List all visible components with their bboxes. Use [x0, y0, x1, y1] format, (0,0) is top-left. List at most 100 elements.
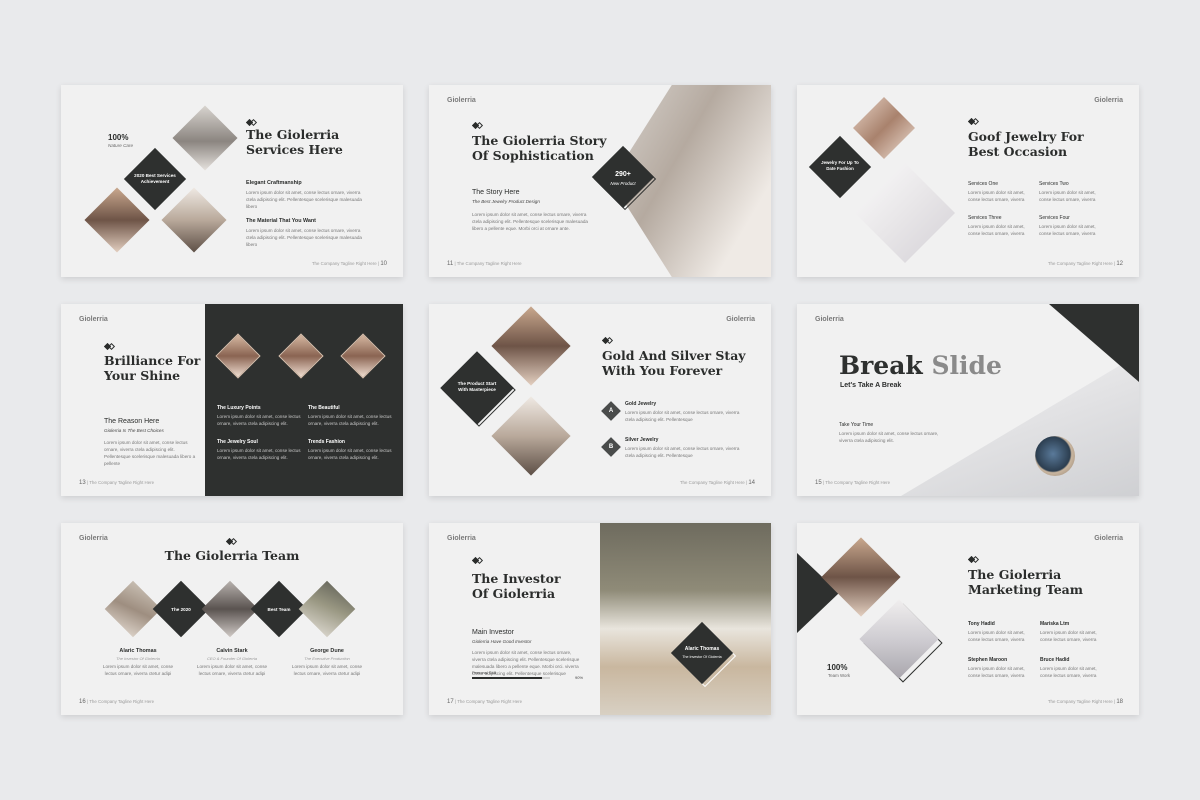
marketing-photo-bottom — [859, 599, 939, 679]
investor-badge-name: Alaric Thomas — [684, 646, 720, 652]
point-text: Lorem ipsum dolor sit amet, conse lectus… — [308, 414, 392, 426]
stat-value: 100% — [827, 663, 848, 672]
take-time-title: Take Your Time — [839, 422, 874, 428]
diamond-logo-icon — [471, 121, 484, 130]
member-name: Stephen Maroon — [968, 657, 1008, 663]
item-title: Elegant Craftmanship — [246, 180, 302, 186]
service-text: Lorem ipsum dolor sit amet, conse lectus… — [968, 190, 1025, 202]
member-name: Bruce Hadid — [1040, 657, 1070, 663]
slide-title: Goof Jewelry For Best Occasion — [968, 129, 1084, 159]
point-title: The Luxury Points — [217, 405, 261, 411]
service-text: Lorem ipsum dolor sit amet, conse lectus… — [1039, 224, 1096, 236]
slide-18[interactable]: Giolerria 100% Team Work The Giolerria M… — [797, 523, 1139, 715]
gold-photo-top — [491, 306, 571, 386]
slide-title: The Giolerria Services Here — [246, 127, 343, 157]
slide-title: The Giolerria Story Of Sophistication — [472, 133, 607, 163]
slide-10[interactable]: 2020 Best Services Achievement 100% Natu… — [61, 85, 403, 277]
slide-title: Brilliance For Your Shine — [104, 353, 201, 383]
take-time-text: Lorem ipsum dolor sit amet, conse lectus… — [839, 431, 939, 443]
slide-11[interactable]: Giolerria 290+ New Product The Giolerria… — [429, 85, 771, 277]
slide-title: Gold And Silver Stay With You Forever — [602, 348, 746, 378]
point-text: Lorem ipsum dolor sit amet, conse lectus… — [217, 414, 301, 426]
badge-value: 290+ — [615, 171, 631, 178]
service-text: Lorem ipsum dolor sit amet, conse lectus… — [968, 224, 1025, 236]
slide-13[interactable]: Giolerria Brilliance For Your Shine The … — [61, 304, 403, 496]
slide-footer: The Company Tagline Right Here | 12 — [1047, 261, 1123, 267]
break-title-light: Slide — [931, 351, 1002, 380]
point-title: Trends Fashion — [308, 439, 345, 445]
brand-name: Giolerria — [447, 535, 476, 542]
break-subtitle: Let's Take A Break — [840, 382, 902, 389]
member-text: Lorem ipsum dolor sit amet, conse lectus… — [968, 666, 1025, 678]
reason-text: Lorem ipsum dolor sit amet, conse lectus… — [104, 440, 196, 466]
break-ring-icon — [1035, 436, 1075, 476]
service-text: Lorem ipsum dolor sit amet, conse lectus… — [1039, 190, 1096, 202]
slide-footer: The Company Tagline Right Here | 14 — [679, 480, 755, 486]
brand-name: Giolerria — [79, 316, 108, 323]
member-text: Lorem ipsum dolor sit amet, conse lectus… — [1040, 630, 1097, 642]
point-text: Lorem ipsum dolor sit amet, conse lectus… — [217, 448, 301, 460]
slide-12[interactable]: Giolerria Jewelry For Up To Date Fashion… — [797, 85, 1139, 277]
services-photo-top — [172, 105, 238, 171]
letter-b-icon: B — [601, 437, 621, 457]
badge-label: New Product — [610, 181, 636, 186]
skill-value: 90% — [575, 675, 584, 680]
slide-footer: 15 | The Company Tagline Right Here — [815, 480, 891, 486]
investor-badge-role: The Investor Of Giolerria — [682, 655, 722, 659]
diamond-logo-icon — [601, 336, 614, 345]
team-label-1: The 2020 — [171, 607, 191, 612]
gold-badge-text: The Product Start With Masterpiece — [457, 381, 497, 392]
slide-footer: 17 | The Company Tagline Right Here — [447, 699, 523, 705]
team-label-2: Best Team — [267, 607, 291, 612]
dark-corner — [1049, 304, 1139, 382]
member-text: Lorem ipsum dolor sit amet, conse lectus… — [968, 630, 1025, 642]
slide-footer: The Company Tagline Right Here | 18 — [1047, 699, 1123, 705]
member-text: Lorem ipsum dolor sit amet, conse lectus… — [291, 664, 363, 676]
point-title: The Jewelry Soul — [217, 439, 258, 445]
brand-name: Giolerria — [726, 316, 755, 323]
service-title: Services Three — [968, 215, 1002, 221]
service-title: Services Two — [1039, 181, 1069, 187]
member-name: Calvin Stark — [216, 648, 248, 654]
services-photo-left — [84, 187, 150, 253]
investor-photo — [600, 523, 771, 715]
member-role: The Investor Of Giolerria — [116, 656, 160, 661]
gold-photo-bottom — [491, 396, 571, 476]
services-badge-text: 2020 Best Services Achievement — [134, 173, 176, 184]
brand-name: Giolerria — [79, 535, 108, 542]
dark-panel — [205, 304, 403, 496]
stat-label: Nature Care — [108, 143, 134, 148]
slide-footer: 11 | The Company Tagline Right Here — [447, 261, 522, 267]
point-text: Lorem ipsum dolor sit amet, conse lectus… — [308, 448, 392, 460]
member-name: Mariska Ltm — [1040, 621, 1070, 627]
slide-16[interactable]: Giolerria The Giolerria Team The 2020 Be… — [61, 523, 403, 715]
investor-subtitle: Main Investor — [472, 629, 515, 636]
brand-name: Giolerria — [447, 97, 476, 104]
service-title: Services Four — [1039, 215, 1070, 221]
marketing-photo-top — [821, 537, 901, 617]
slide-17[interactable]: Giolerria The Investor Of Giolerria Main… — [429, 523, 771, 715]
story-subtitle: The Story Here — [472, 189, 520, 196]
diamond-logo-icon — [967, 117, 980, 126]
skill-label: Personal Skill — [472, 670, 497, 675]
slide-14[interactable]: Giolerria The Product Start With Masterp… — [429, 304, 771, 496]
brand-name: Giolerria — [815, 316, 844, 323]
service-title: Services One — [968, 181, 999, 187]
slide-title: The Giolerria Team — [164, 548, 300, 563]
brand-name: Giolerria — [1094, 97, 1123, 104]
skill-bar — [472, 677, 550, 679]
item-text: Lorem ipsum dolor sit amet, conse lectus… — [625, 410, 740, 422]
reason-caption: Giolerria Is The Best Choices — [104, 428, 164, 433]
slide-title: The Investor Of Giolerria — [472, 571, 561, 601]
item-title: Silver Jewelry — [625, 437, 659, 443]
break-title-dark: Break — [839, 351, 923, 380]
slide-15[interactable]: Giolerria Break Slide Let's Take A Break… — [797, 304, 1139, 496]
item-text: Lorem ipsum dolor sit amet, conse lectus… — [625, 446, 740, 458]
item-text: Lorem ipsum dolor sit amet, conse lectus… — [246, 228, 362, 247]
team-photo-3 — [298, 580, 356, 638]
member-name: George Dune — [310, 648, 344, 654]
member-name: Tony Hadid — [968, 621, 995, 627]
member-role: CEO & Founder Of Giolerria — [206, 656, 258, 661]
slide-title: The Giolerria Marketing Team — [968, 567, 1083, 597]
brand-name: Giolerria — [1094, 535, 1123, 542]
